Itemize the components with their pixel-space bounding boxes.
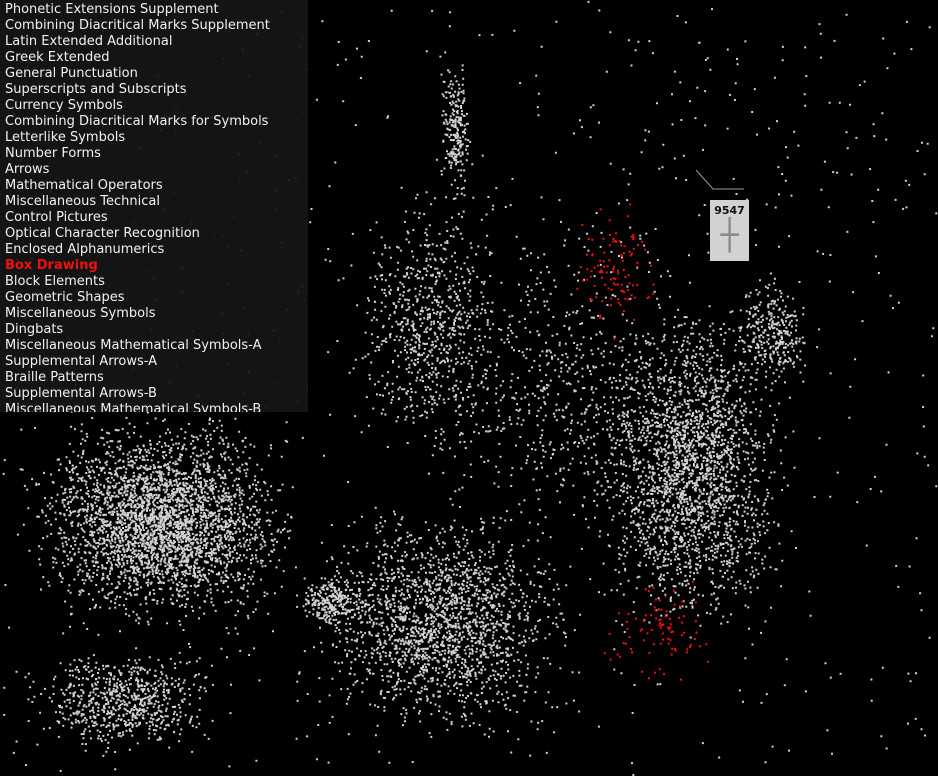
category-item[interactable]: Dingbats: [5, 322, 308, 338]
category-item[interactable]: Block Elements: [5, 274, 308, 290]
category-item[interactable]: Combining Diacritical Marks Supplement: [5, 18, 308, 34]
category-item[interactable]: Phonetic Extensions Supplement: [5, 2, 308, 18]
tooltip-count: 9547: [714, 204, 745, 217]
hover-tooltip: 9547 ┼: [710, 200, 749, 261]
category-item[interactable]: Currency Symbols: [5, 98, 308, 114]
category-item[interactable]: Number Forms: [5, 146, 308, 162]
category-item[interactable]: Miscellaneous Technical: [5, 194, 308, 210]
category-item[interactable]: Enclosed Alphanumerics: [5, 242, 308, 258]
category-item[interactable]: Supplemental Arrows-B: [5, 386, 308, 402]
category-item[interactable]: Control Pictures: [5, 210, 308, 226]
category-item[interactable]: Miscellaneous Mathematical Symbols-A: [5, 338, 308, 354]
category-item[interactable]: General Punctuation: [5, 66, 308, 82]
category-item[interactable]: Supplemental Arrows-A: [5, 354, 308, 370]
category-item[interactable]: Braille Patterns: [5, 370, 308, 386]
category-list-panel[interactable]: Phonetic Extensions Supplement Combining …: [0, 0, 308, 412]
category-item[interactable]: Superscripts and Subscripts: [5, 82, 308, 98]
category-item[interactable]: Miscellaneous Mathematical Symbols-B: [5, 402, 308, 412]
category-item[interactable]: Arrows: [5, 162, 308, 178]
category-item[interactable]: Geometric Shapes: [5, 290, 308, 306]
category-item[interactable]: Letterlike Symbols: [5, 130, 308, 146]
category-item[interactable]: Combining Diacritical Marks for Symbols: [5, 114, 308, 130]
category-item[interactable]: Latin Extended Additional: [5, 34, 308, 50]
tooltip-glyph: ┼: [720, 218, 739, 253]
category-item[interactable]: Optical Character Recognition: [5, 226, 308, 242]
category-item[interactable]: Mathematical Operators: [5, 178, 308, 194]
category-item[interactable]: Box Drawing: [5, 258, 308, 274]
category-item[interactable]: Miscellaneous Symbols: [5, 306, 308, 322]
category-item[interactable]: Greek Extended: [5, 50, 308, 66]
category-list: Phonetic Extensions Supplement Combining …: [0, 0, 308, 412]
